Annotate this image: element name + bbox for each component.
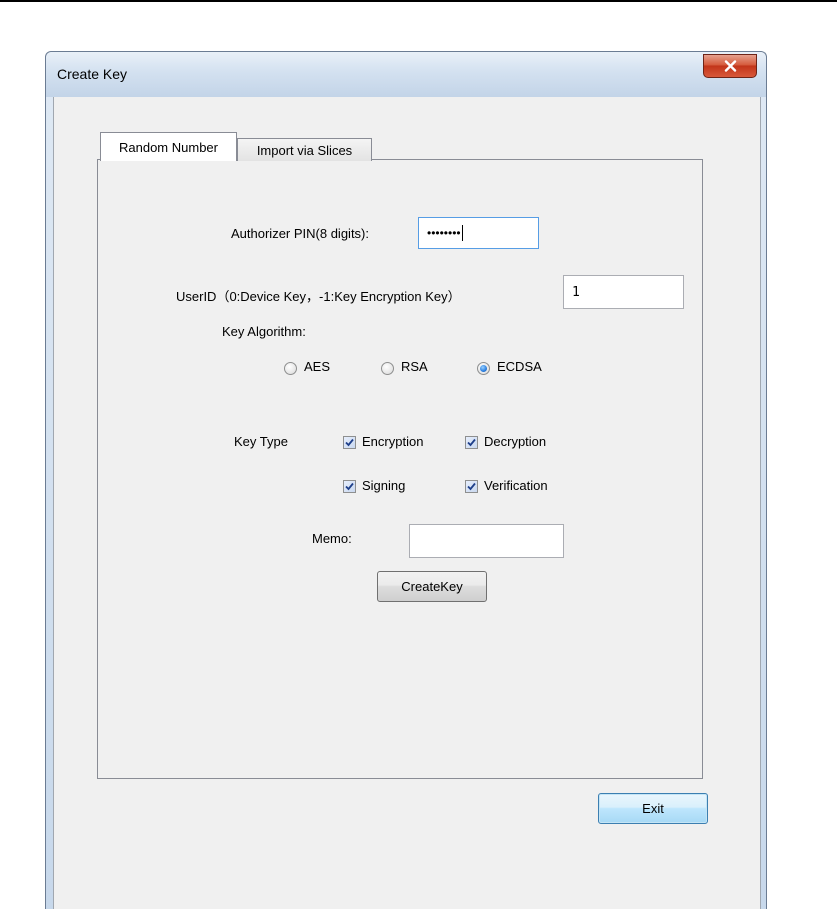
userid-label: UserID（0:Device Key，-1:Key Encryption Ke…	[176, 289, 461, 304]
checkmark-icon	[345, 482, 354, 491]
checkmark-icon	[345, 438, 354, 447]
checkbox-encryption[interactable]	[343, 436, 356, 449]
memo-input[interactable]	[409, 524, 564, 558]
checkmark-icon	[467, 482, 476, 491]
pin-value: ••••••••	[427, 226, 461, 240]
close-button[interactable]	[703, 54, 757, 78]
top-rule	[0, 0, 837, 2]
text-caret	[461, 225, 463, 241]
radio-rsa-label[interactable]: RSA	[401, 359, 428, 374]
checkbox-decryption-label[interactable]: Decryption	[484, 434, 546, 449]
checkbox-verification-label[interactable]: Verification	[484, 478, 548, 493]
radio-rsa[interactable]	[381, 362, 394, 375]
close-icon	[724, 60, 736, 72]
pin-input[interactable]: ••••••••	[418, 217, 539, 249]
radio-ecdsa[interactable]	[477, 362, 490, 375]
checkbox-signing-label[interactable]: Signing	[362, 478, 405, 493]
key-type-label: Key Type	[234, 434, 288, 449]
tab-random-number[interactable]: Random Number	[100, 132, 237, 161]
checkbox-encryption-label[interactable]: Encryption	[362, 434, 423, 449]
title-bar[interactable]: Create Key	[46, 52, 766, 97]
memo-label: Memo:	[312, 531, 352, 546]
tab-panel	[97, 159, 703, 779]
checkbox-signing[interactable]	[343, 480, 356, 493]
exit-button[interactable]: Exit	[598, 793, 708, 824]
userid-input[interactable]: 1	[563, 275, 684, 309]
tab-import-via-slices[interactable]: Import via Slices	[237, 138, 372, 161]
checkmark-icon	[467, 438, 476, 447]
checkbox-verification[interactable]	[465, 480, 478, 493]
key-algorithm-label: Key Algorithm:	[222, 324, 306, 339]
radio-aes[interactable]	[284, 362, 297, 375]
radio-aes-label[interactable]: AES	[304, 359, 330, 374]
create-key-button[interactable]: CreateKey	[377, 571, 487, 602]
window-title: Create Key	[57, 66, 128, 82]
radio-ecdsa-label[interactable]: ECDSA	[497, 359, 542, 374]
pin-label: Authorizer PIN(8 digits):	[231, 226, 369, 241]
userid-value: 1	[572, 284, 580, 300]
checkbox-decryption[interactable]	[465, 436, 478, 449]
